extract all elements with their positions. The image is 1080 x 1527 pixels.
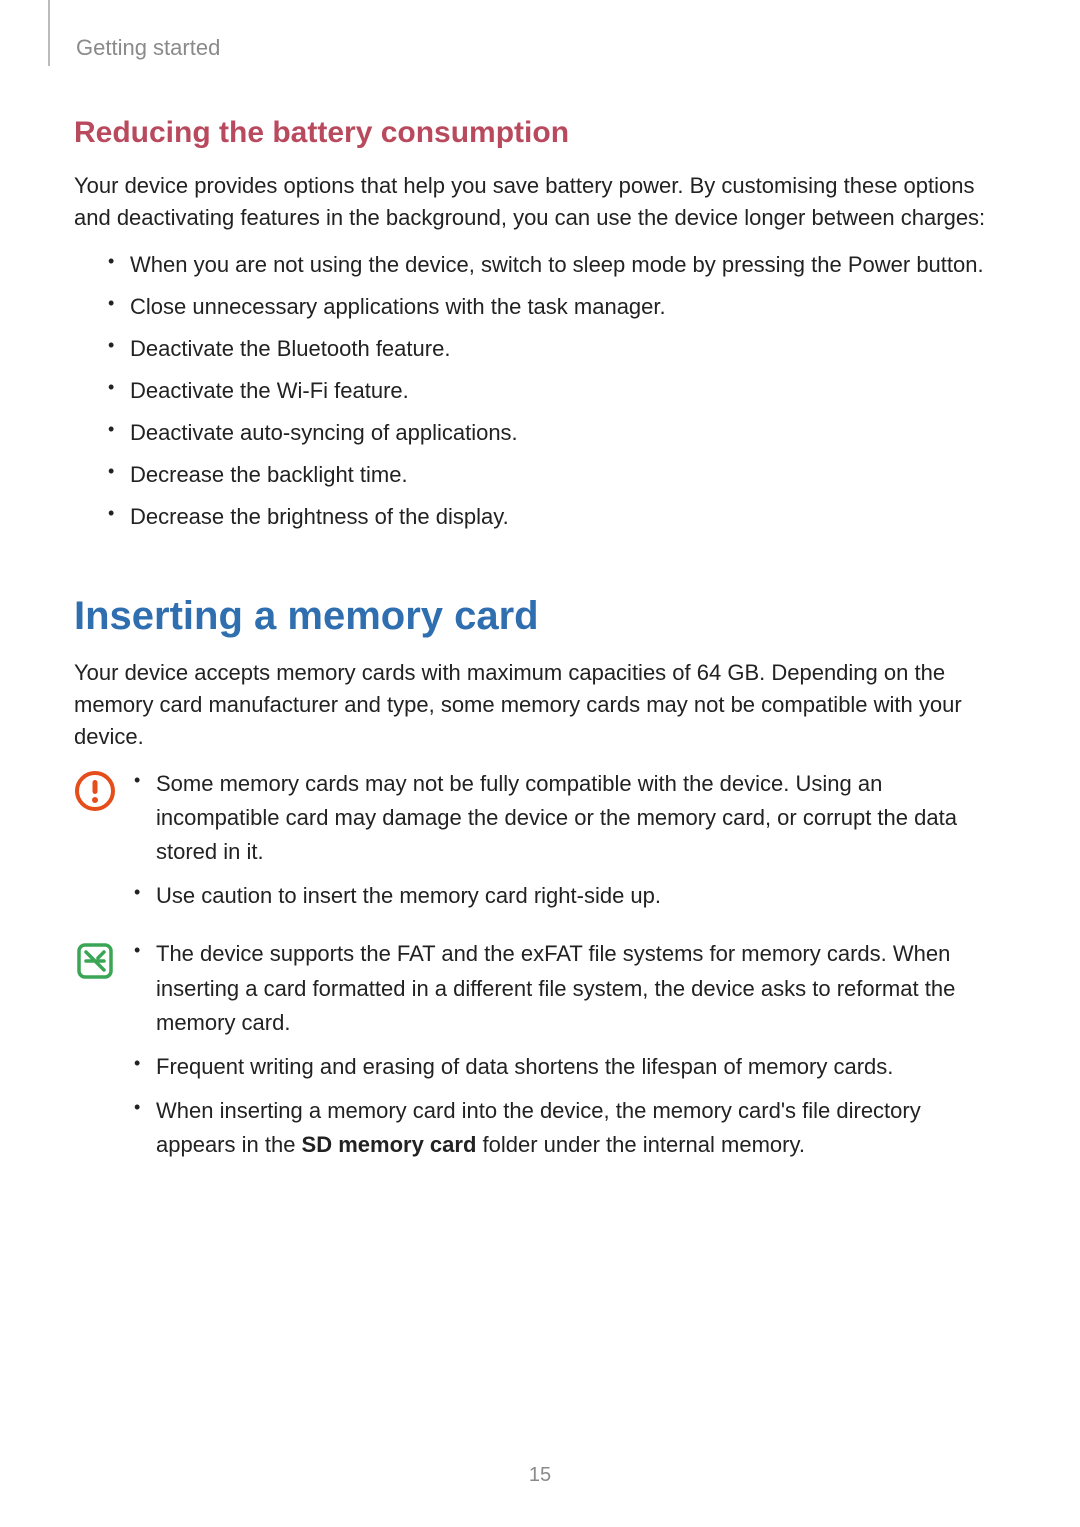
note-last-post: folder under the internal memory. [476, 1132, 805, 1157]
list-item: When you are not using the device, switc… [108, 248, 1006, 282]
list-item: Close unnecessary applications with the … [108, 290, 1006, 324]
note-callout: The device supports the FAT and the exFA… [74, 937, 1006, 1172]
chapter-title: Getting started [76, 35, 220, 61]
page-number: 15 [0, 1464, 1080, 1487]
section-heading-battery: Reducing the battery consumption [74, 116, 1006, 150]
list-item: Some memory cards may not be fully compa… [134, 767, 1006, 869]
warning-list: Some memory cards may not be fully compa… [134, 767, 1006, 913]
list-item: Decrease the brightness of the display. [108, 500, 1006, 534]
list-item: Frequent writing and erasing of data sho… [134, 1050, 1006, 1084]
page-header: Getting started [74, 30, 1006, 66]
warning-icon [74, 770, 116, 812]
section-heading-memory-card: Inserting a memory card [74, 594, 1006, 639]
list-item: Deactivate the Wi-Fi feature. [108, 374, 1006, 408]
list-item: When inserting a memory card into the de… [134, 1094, 1006, 1162]
note-last-bold: SD memory card [302, 1132, 477, 1157]
list-item: Deactivate the Bluetooth feature. [108, 332, 1006, 366]
list-item: The device supports the FAT and the exFA… [134, 937, 1006, 1039]
battery-tips-list: When you are not using the device, switc… [74, 248, 1006, 535]
section-intro-memory-card: Your device accepts memory cards with ma… [74, 657, 1006, 753]
warning-callout: Some memory cards may not be fully compa… [74, 767, 1006, 923]
note-list: The device supports the FAT and the exFA… [134, 937, 1006, 1162]
note-icon [74, 940, 116, 982]
note-body: The device supports the FAT and the exFA… [134, 937, 1006, 1172]
list-item: Deactivate auto-syncing of applications. [108, 416, 1006, 450]
section-intro-battery: Your device provides options that help y… [74, 170, 1006, 234]
list-item: Use caution to insert the memory card ri… [134, 879, 1006, 913]
document-page: Getting started Reducing the battery con… [0, 0, 1080, 1527]
header-divider [48, 0, 50, 66]
warning-body: Some memory cards may not be fully compa… [134, 767, 1006, 923]
list-item: Decrease the backlight time. [108, 458, 1006, 492]
